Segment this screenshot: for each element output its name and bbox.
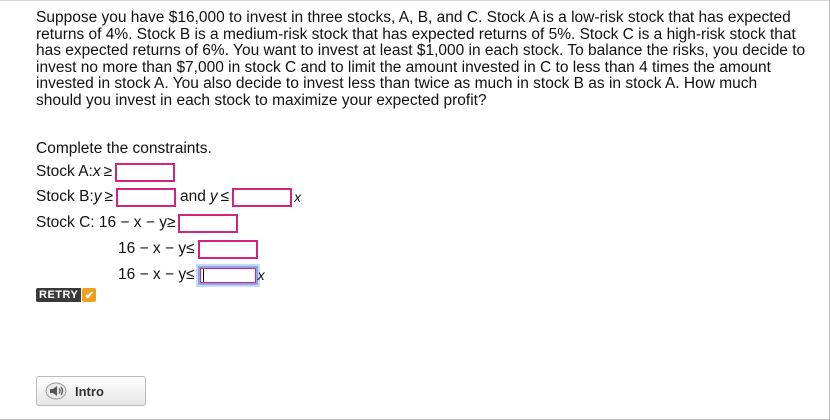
instruction-text: Complete the constraints.: [36, 140, 212, 157]
stock-a-row: Stock A: x ≥: [36, 161, 176, 183]
stock-b-row: Stock B: y ≥ and y ≤ x: [36, 186, 301, 208]
intro-button[interactable]: Intro: [36, 376, 146, 406]
stock-b-x-suffix: x: [294, 189, 302, 205]
retry-label: RETRY: [36, 288, 82, 302]
stock-c-label: Stock C: 16 − x − y: [36, 214, 167, 231]
retry-button[interactable]: RETRY ✔: [36, 288, 97, 302]
stock-c-row-3: 16 − x − y ≤ x: [118, 264, 265, 286]
stock-b-var: y: [93, 188, 102, 205]
stock-a-input[interactable]: [115, 162, 176, 182]
stock-c-input-2[interactable]: [197, 239, 258, 259]
stock-b-input-2[interactable]: [232, 187, 293, 207]
text-caret: [202, 268, 204, 282]
check-icon: ✔: [82, 288, 97, 302]
stock-c-expr-2: 16 − x − y: [118, 240, 187, 257]
stock-c-expr-3: 16 − x − y: [118, 266, 187, 283]
intro-label: Intro: [75, 383, 104, 399]
stock-c-row-1: Stock C: 16 − x − y ≥: [36, 212, 239, 234]
stock-b-var-2: y: [209, 188, 218, 205]
ge-symbol: ≥: [103, 163, 113, 180]
question-text: Suppose you have $16,000 to invest in th…: [36, 9, 806, 109]
le-symbol: ≤: [186, 266, 195, 283]
stock-c-x-suffix: x: [257, 267, 265, 283]
speaker-icon: [45, 382, 67, 400]
le-symbol: ≤: [186, 240, 195, 257]
stock-c-row-2: 16 − x − y ≤: [118, 238, 258, 260]
ge-symbol: ≥: [166, 214, 176, 231]
stock-c-input-3[interactable]: [197, 265, 258, 285]
and-label: and: [179, 188, 206, 205]
le-symbol: ≤: [220, 188, 230, 205]
stock-a-label: Stock A:: [36, 163, 93, 180]
stock-b-label: Stock B:: [36, 188, 94, 205]
stock-c-input-1[interactable]: [178, 213, 239, 233]
ge-symbol: ≥: [104, 188, 113, 205]
stock-a-var: x: [92, 163, 101, 180]
stock-b-input-1[interactable]: [115, 187, 176, 207]
